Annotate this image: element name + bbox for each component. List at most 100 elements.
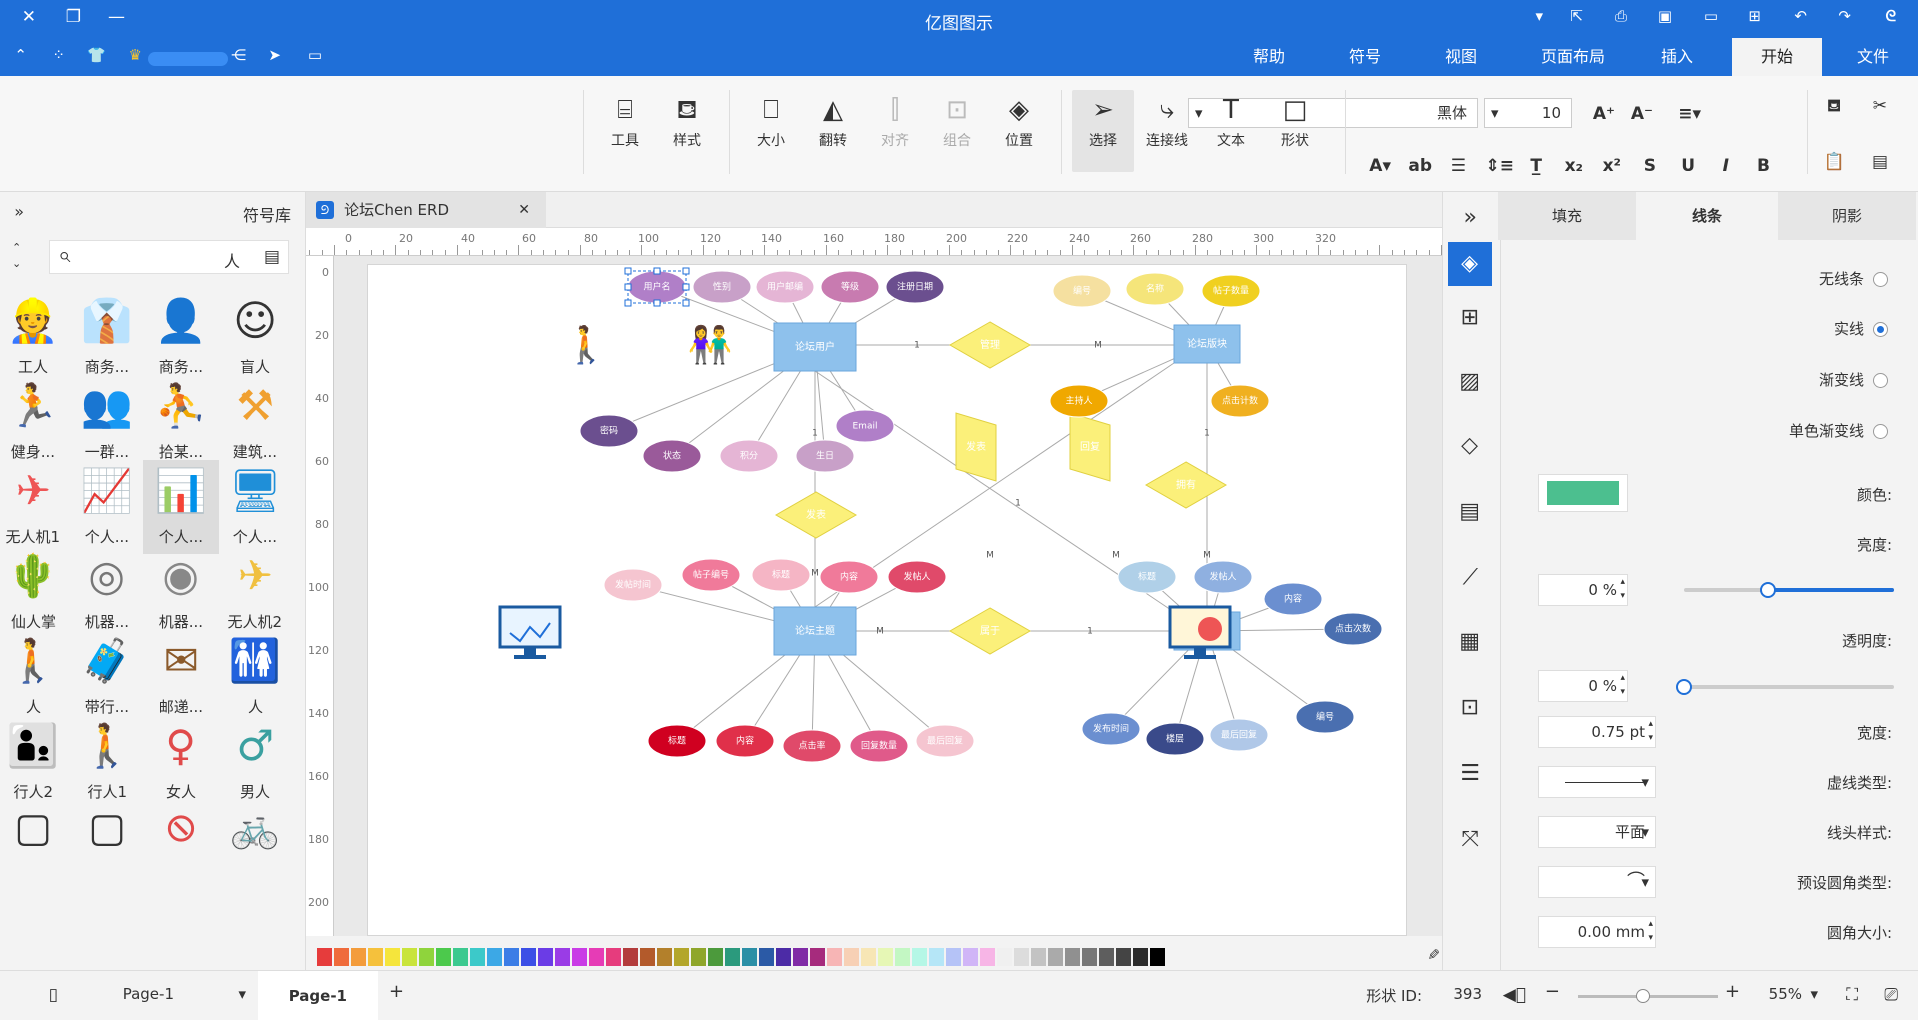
- symbol-item[interactable]: 🚶 行人1: [69, 715, 145, 809]
- italic-icon[interactable]: I: [1712, 152, 1740, 180]
- superscript-icon[interactable]: x²: [1598, 152, 1626, 180]
- radio-no-line[interactable]: [1873, 272, 1888, 287]
- tab-view[interactable]: 视图: [1416, 38, 1506, 76]
- symbol-item[interactable]: 👥 一群...: [69, 375, 145, 469]
- minimize-icon[interactable]: —: [104, 7, 130, 27]
- font-size-input[interactable]: 10 ▾: [1484, 98, 1572, 128]
- erd-diagram[interactable]: 论坛用户论坛版块论坛主题论坛回复管理拥有发表属于回复发表注册日期等级用户邮编性别…: [366, 242, 1406, 937]
- symbol-item[interactable]: ⊘: [143, 800, 219, 860]
- corner-type-select[interactable]: ⌒ ▾: [1538, 866, 1656, 898]
- layout-icon[interactable]: ⊞: [1448, 296, 1492, 340]
- redo-icon[interactable]: ↷: [1832, 7, 1858, 31]
- symbol-item[interactable]: 👨‍👦 行人2: [0, 715, 71, 809]
- search-icon[interactable]: ⌕: [58, 243, 70, 268]
- symbol-item[interactable]: ♂ 男人: [217, 715, 293, 809]
- table-icon[interactable]: ▦: [1448, 620, 1492, 664]
- strikethrough-icon[interactable]: S: [1636, 152, 1664, 180]
- flip-button[interactable]: ◭ 翻转: [802, 90, 864, 172]
- transparency-slider[interactable]: [1676, 679, 1894, 695]
- send-icon[interactable]: ➤: [262, 46, 288, 64]
- symbol-item[interactable]: 👤 商务...: [143, 290, 219, 384]
- text-tool-button[interactable]: T 文本: [1200, 90, 1262, 172]
- zoom-slider[interactable]: [1578, 989, 1718, 1003]
- dash-type-select[interactable]: ▾: [1538, 766, 1656, 798]
- page-list-dropdown[interactable]: ▾: [238, 985, 246, 1003]
- tools-button[interactable]: ⌸ 工具: [594, 90, 656, 172]
- paste-icon[interactable]: 📋: [1820, 148, 1848, 176]
- line-spacing-icon[interactable]: ⇕≡: [1486, 152, 1515, 180]
- shape-tool-button[interactable]: □ 形状: [1264, 90, 1326, 172]
- tab-fill[interactable]: 填充: [1498, 192, 1636, 240]
- radio-mono-gradient[interactable]: [1873, 424, 1888, 439]
- page-panel-icon[interactable]: ▯: [49, 985, 58, 1005]
- selection-handle[interactable]: [624, 267, 632, 275]
- page-icon[interactable]: ▤: [1448, 490, 1492, 534]
- symbol-item[interactable]: 📊 个人...: [143, 460, 219, 554]
- current-page[interactable]: Page-1: [123, 985, 174, 1003]
- fill-line-icon[interactable]: ◈: [1448, 242, 1492, 286]
- print-icon[interactable]: ⎙: [1608, 7, 1634, 31]
- library-manage-icon[interactable]: ▤: [264, 247, 280, 267]
- mindmap-icon[interactable]: ⤧: [1448, 818, 1492, 862]
- close-doc-icon[interactable]: ✕: [518, 192, 530, 228]
- radio-solid-line[interactable]: [1873, 322, 1888, 337]
- size-button[interactable]: ⎕ 大小: [740, 90, 802, 172]
- arrow-style-select[interactable]: 平面 ▾: [1538, 816, 1656, 848]
- underline-icon[interactable]: U: [1674, 152, 1702, 180]
- play-icon[interactable]: ◀⃝: [1503, 985, 1526, 1005]
- layers-icon[interactable]: ◇: [1448, 424, 1492, 468]
- document-tab[interactable]: ᘓ 论坛Chen ERD ✕: [306, 192, 546, 228]
- bold-icon[interactable]: B: [1750, 152, 1778, 180]
- brightness-input[interactable]: 0 % ▴ ▾: [1538, 574, 1628, 606]
- subscript-icon[interactable]: x₂: [1560, 152, 1588, 180]
- export-icon[interactable]: ⇱: [1564, 7, 1590, 31]
- restore-icon[interactable]: ❐: [60, 7, 86, 27]
- save-icon[interactable]: ▣: [1652, 7, 1678, 31]
- text-style-icon[interactable]: T̲: [1522, 152, 1550, 180]
- align-button[interactable]: ⫿ 对齐: [864, 90, 926, 172]
- color-palette[interactable]: ✎: [306, 944, 1442, 970]
- symbol-item[interactable]: ♀ 女人: [143, 715, 219, 809]
- tab-line[interactable]: 线条: [1638, 192, 1776, 240]
- tab-shadow[interactable]: 阴影: [1778, 192, 1916, 240]
- transparency-input[interactable]: 0 % ▴ ▾: [1538, 670, 1628, 702]
- symbol-item[interactable]: 📈 个人...: [69, 460, 145, 554]
- selection-handle[interactable]: [624, 283, 632, 291]
- share-icon[interactable]: ⋲: [226, 46, 252, 64]
- drawing-canvas[interactable]: 论坛用户论坛版块论坛主题论坛回复管理拥有发表属于回复发表注册日期等级用户邮编性别…: [334, 242, 1442, 937]
- symbol-item[interactable]: 🧳 带行...: [69, 630, 145, 724]
- data-icon[interactable]: ⊡: [1448, 686, 1492, 730]
- style-button[interactable]: ⛾ 样式: [656, 90, 718, 172]
- symbol-item[interactable]: ⛹ 拾某...: [143, 375, 219, 469]
- select-tool-button[interactable]: ➢ 选择: [1072, 90, 1134, 172]
- symbol-item[interactable]: 🖥 个人...: [217, 460, 293, 554]
- symbol-item[interactable]: 👷 工人: [0, 290, 71, 384]
- page[interactable]: 论坛用户论坛版块论坛主题论坛回复管理拥有发表属于回复发表注册日期等级用户邮编性别…: [366, 242, 1407, 937]
- page-tab[interactable]: Page-1: [258, 971, 378, 1020]
- symbol-item[interactable]: ☺ 盲人: [217, 290, 293, 384]
- width-input[interactable]: 0.75 pt ▴ ▾: [1538, 716, 1656, 748]
- symbol-item[interactable]: ▢: [69, 800, 145, 860]
- scroll-arrows[interactable]: ⌃ ⌄: [12, 240, 21, 272]
- eyedropper-icon[interactable]: ✎: [1427, 946, 1440, 964]
- apps-icon[interactable]: ⁘: [46, 46, 72, 64]
- connector-tool-button[interactable]: ⤷ 连接线: [1136, 90, 1198, 172]
- close-icon[interactable]: ✕: [16, 7, 42, 27]
- symbol-item[interactable]: 🚻 人: [217, 630, 293, 724]
- theme-icon[interactable]: 👕: [84, 46, 110, 64]
- zoom-in-icon[interactable]: +: [1725, 981, 1740, 1002]
- symbol-item[interactable]: 🌵 仙人掌: [0, 545, 71, 639]
- undo-icon[interactable]: ↶: [1788, 7, 1814, 31]
- symbol-item[interactable]: 🚶 人: [0, 630, 71, 724]
- expand-panel-icon[interactable]: »: [14, 202, 24, 221]
- font-color-icon[interactable]: A▾: [1366, 152, 1394, 180]
- position-button[interactable]: ◈ 位置: [988, 90, 1050, 172]
- vip-icon[interactable]: ♛: [122, 46, 148, 64]
- symbol-item[interactable]: 🏃 健身...: [0, 375, 71, 469]
- text-color-icon[interactable]: ab: [1406, 152, 1434, 180]
- brightness-slider[interactable]: [1684, 582, 1894, 598]
- tab-home[interactable]: 开始: [1732, 38, 1822, 76]
- cut-icon[interactable]: ✂: [1866, 92, 1894, 120]
- new-icon[interactable]: ⊞: [1742, 7, 1768, 31]
- symbol-item[interactable]: ◉ 机器...: [143, 545, 219, 639]
